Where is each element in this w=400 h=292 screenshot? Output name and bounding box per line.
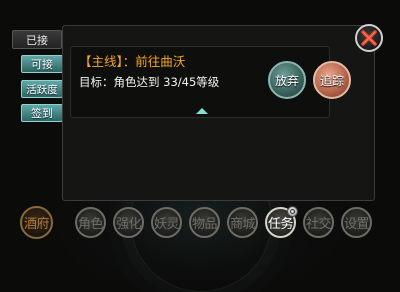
menu-shop-button[interactable]: 商城 [227, 207, 258, 238]
track-button[interactable]: 追踪 [313, 61, 351, 99]
quest-title: 【主线】：前往曲沃 [79, 54, 186, 69]
close-button[interactable] [355, 24, 383, 52]
menu-social-button[interactable]: 社交 [303, 207, 334, 238]
notification-badge-icon [287, 206, 298, 217]
tab-activity[interactable]: 活跃度 [21, 80, 63, 98]
menu-spirit-button[interactable]: 妖灵 [151, 207, 182, 238]
expand-arrow-icon[interactable] [196, 108, 208, 114]
menu-items-button[interactable]: 物品 [189, 207, 220, 238]
menu-settings-button[interactable]: 设置 [341, 207, 372, 238]
menu-character-button[interactable]: 角色 [75, 207, 106, 238]
menu-enhance-button[interactable]: 强化 [113, 207, 144, 238]
tab-signin[interactable]: 签到 [21, 104, 63, 122]
menu-tavern-button[interactable]: 酒府 [20, 206, 53, 239]
quest-goal: 目标：角色达到 33/45等级 [79, 75, 220, 89]
close-icon [361, 30, 377, 46]
tab-accepted[interactable]: 已接 [12, 30, 62, 49]
abandon-button[interactable]: 放弃 [268, 61, 306, 99]
tab-available[interactable]: 可接 [21, 55, 63, 73]
